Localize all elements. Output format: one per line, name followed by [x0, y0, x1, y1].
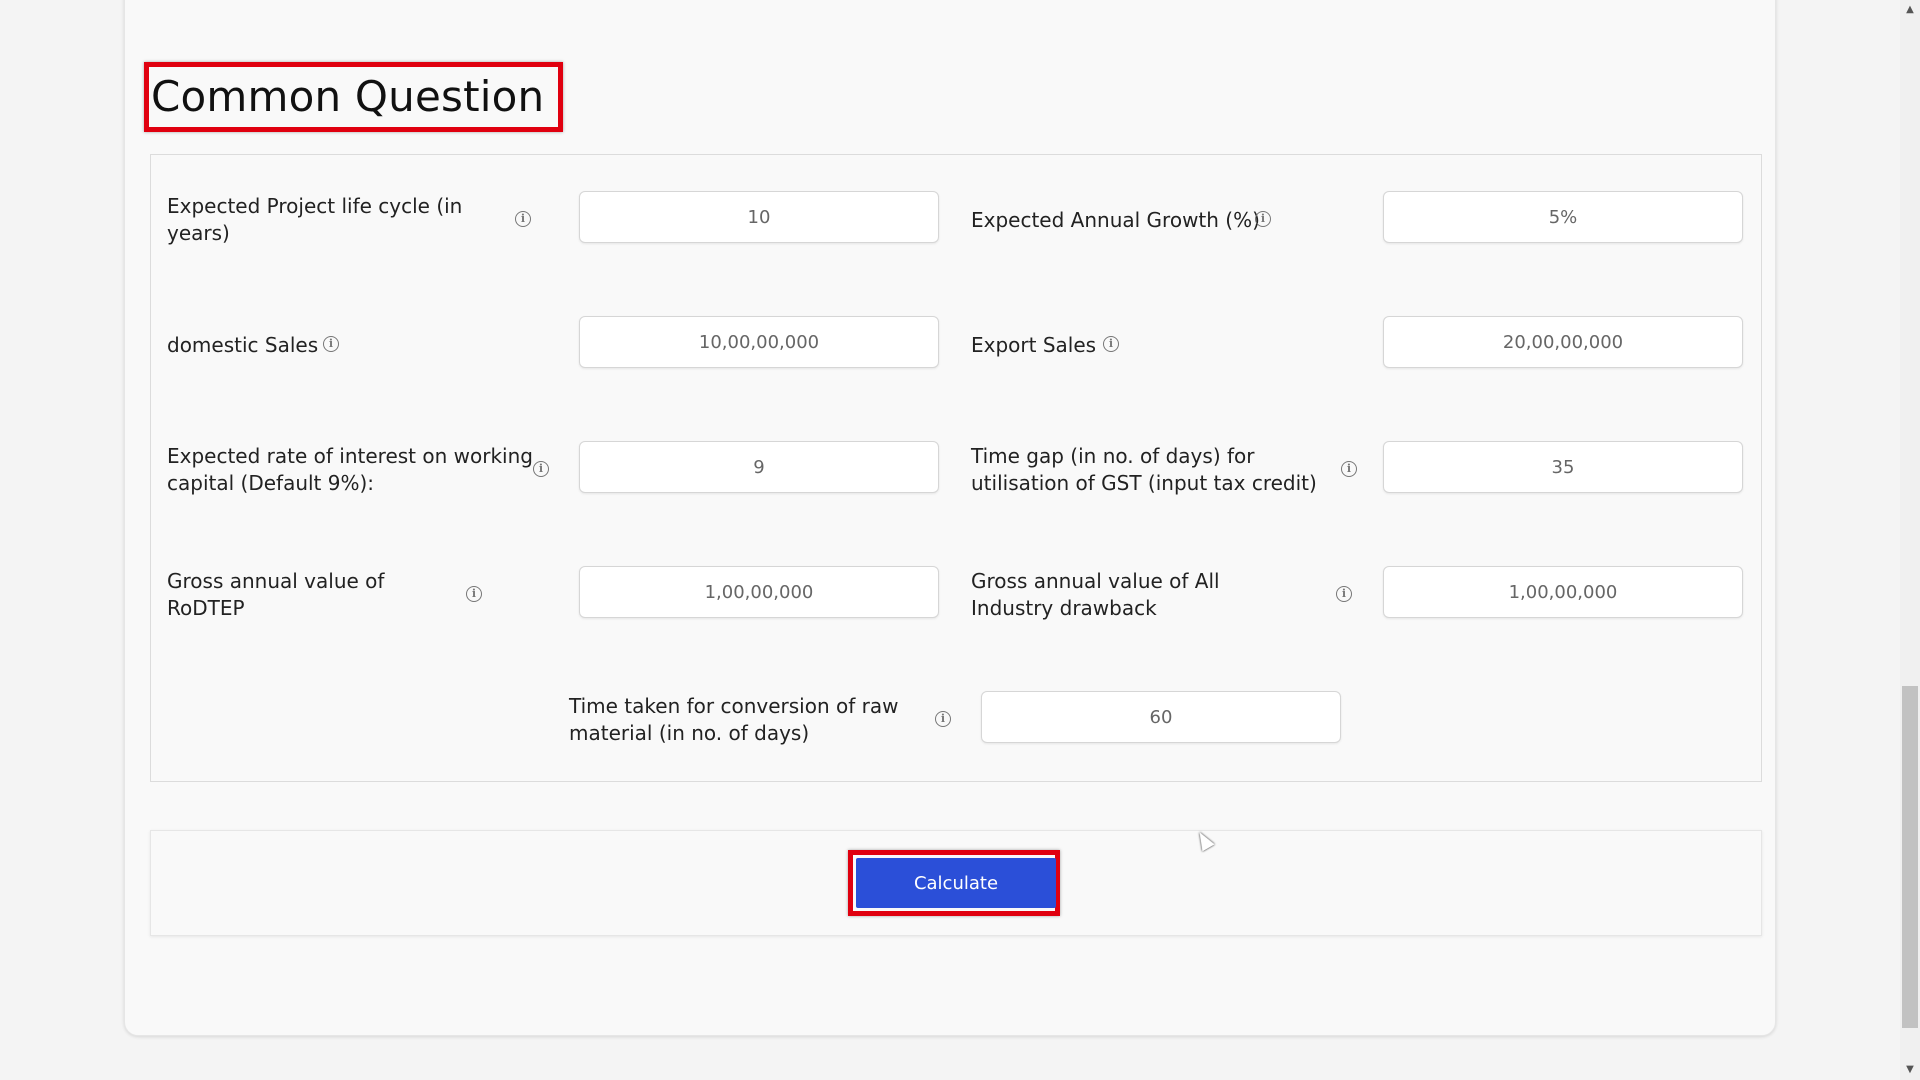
gst-time-gap-input[interactable]	[1383, 441, 1743, 493]
scroll-up-icon[interactable]: ▲	[1900, 2, 1920, 18]
question-label-annual-growth: Expected Annual Growth (%)	[971, 207, 1260, 232]
info-icon[interactable]	[466, 586, 482, 602]
info-icon[interactable]	[1336, 586, 1352, 602]
question-label-rodtep: Gross annual value of RoDTEP	[167, 569, 385, 620]
scroll-thumb[interactable]	[1902, 686, 1918, 1028]
question-label-raw-material-conversion: Time taken for conversion of raw materia…	[569, 694, 899, 745]
info-icon[interactable]	[1341, 461, 1357, 477]
question-label-domestic-sales: domestic Sales	[167, 332, 319, 357]
scroll-down-icon[interactable]: ▼	[1900, 1062, 1920, 1078]
domestic-sales-input[interactable]	[579, 316, 939, 368]
vertical-scrollbar[interactable]: ▲ ▼	[1900, 0, 1920, 1080]
question-label-working-capital-interest: Expected rate of interest on working cap…	[167, 444, 533, 495]
annual-growth-input[interactable]	[1383, 191, 1743, 243]
info-icon[interactable]	[533, 461, 549, 477]
info-icon[interactable]	[515, 211, 531, 227]
info-icon[interactable]	[323, 336, 339, 352]
rodtep-input[interactable]	[579, 566, 939, 618]
question-label-export-sales: Export Sales	[971, 332, 1097, 357]
info-icon[interactable]	[935, 711, 951, 727]
info-icon[interactable]	[1255, 211, 1271, 227]
project-life-cycle-input[interactable]	[579, 191, 939, 243]
raw-material-conversion-input[interactable]	[981, 691, 1341, 743]
working-capital-interest-input[interactable]	[579, 441, 939, 493]
drawback-input[interactable]	[1383, 566, 1743, 618]
question-label-drawback: Gross annual value of All Industry drawb…	[971, 569, 1220, 620]
calculate-button[interactable]: Calculate	[856, 858, 1056, 908]
export-sales-input[interactable]	[1383, 316, 1743, 368]
section-title-highlight: Common Question	[144, 62, 564, 132]
question-label-gst-time-gap: Time gap (in no. of days) for utilisatio…	[971, 444, 1317, 495]
section-title: Common Question	[151, 72, 545, 121]
question-label-project-life-cycle: Expected Project life cycle (in years)	[167, 194, 463, 245]
info-icon[interactable]	[1103, 336, 1119, 352]
question-panel: Expected Project life cycle (in years) E…	[150, 154, 1762, 782]
